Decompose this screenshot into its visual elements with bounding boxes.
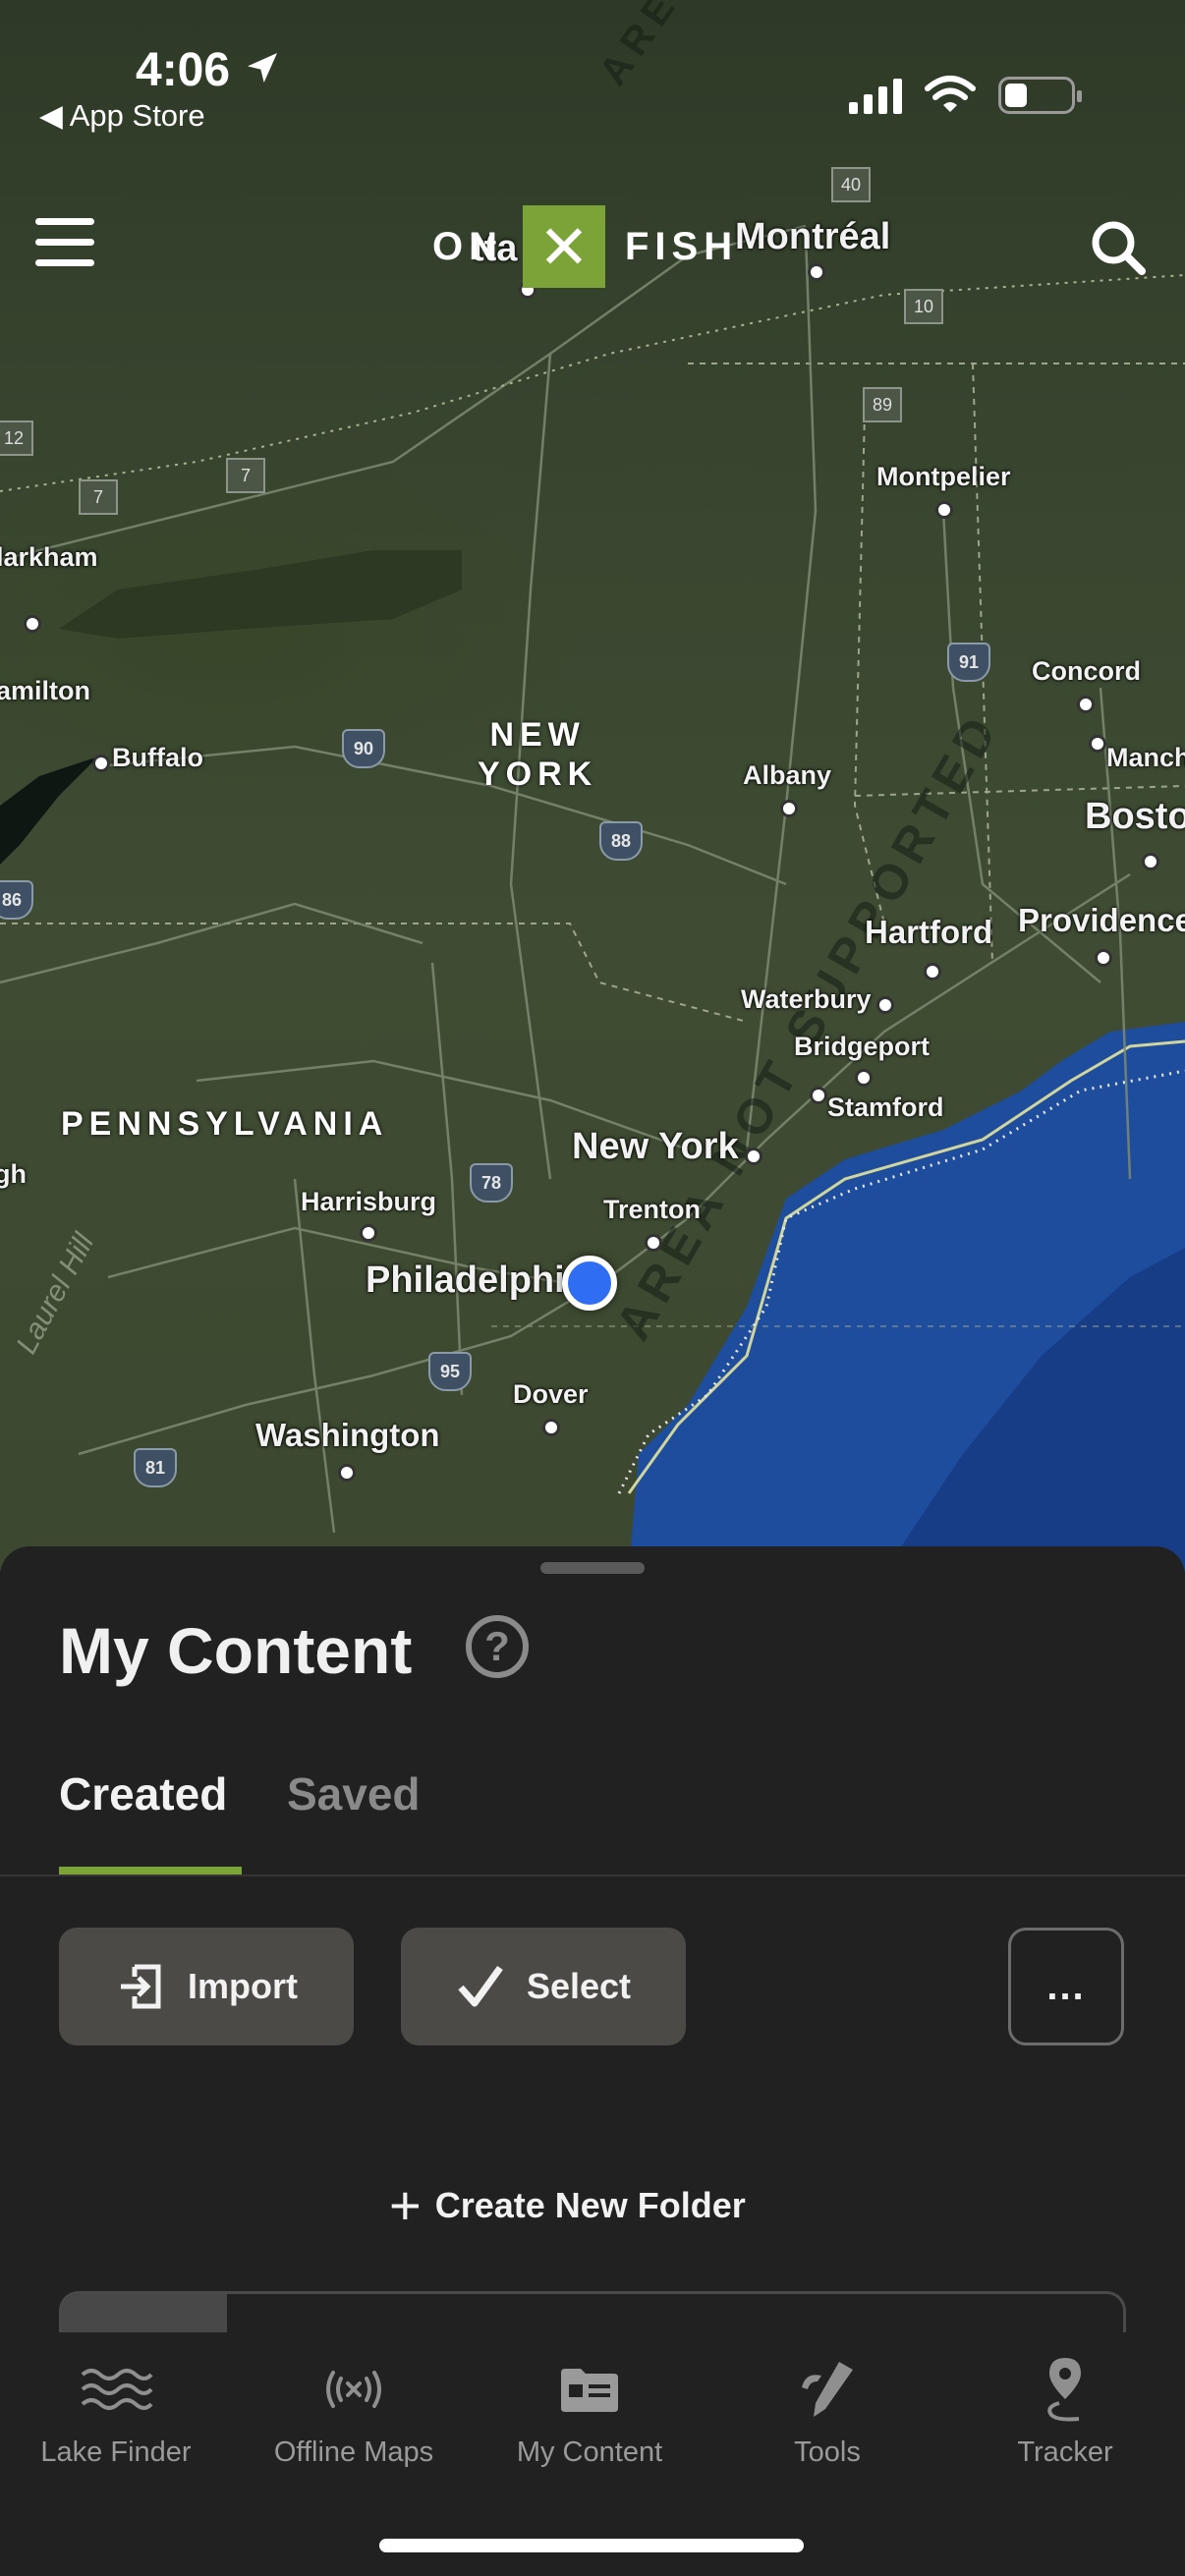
waves-icon [81,2369,153,2410]
logo-mark: ✕ [523,205,605,288]
back-to-app-store[interactable]: ◀ App Store [39,98,205,134]
city-dot [855,1069,873,1087]
city-dot [360,1224,377,1242]
more-options-button[interactable]: ... [1008,1928,1124,2045]
help-icon[interactable]: ? [466,1615,529,1678]
city-label[interactable]: Stamford [827,1092,944,1123]
city-label[interactable]: New York [572,1126,739,1168]
city-label[interactable]: Providence [1018,902,1185,939]
tracker-pin-icon [1047,2358,1081,2422]
route-marker: 40 [831,167,871,202]
import-button[interactable]: Import [59,1928,354,2045]
select-label: Select [526,1966,632,2006]
interstate-shield: 90 [342,729,385,768]
city-label[interactable]: Philadelphi [366,1260,565,1302]
city-dot [338,1464,356,1482]
tab-created[interactable]: Created [59,1767,227,1820]
create-folder-label: Create New Folder [434,2185,746,2225]
city-label[interactable]: Manch [1106,743,1185,773]
city-dot [924,963,941,980]
tab-offline-maps[interactable]: Offline Maps [236,2352,472,2469]
city-label[interactable]: Albany [743,760,831,791]
city-dot [808,263,825,281]
create-new-folder-button[interactable]: + Create New Folder [389,2174,746,2236]
city-dot [92,755,110,772]
plus-icon: + [389,2174,422,2236]
city-label[interactable]: Washington [255,1417,440,1454]
city-label[interactable]: Bosto [1085,796,1185,838]
city-label[interactable]: Concord [1032,656,1141,687]
city-dot [1089,735,1106,753]
interstate-shield: 86 [0,880,33,920]
import-label: Import [188,1966,298,2006]
city-label[interactable]: Waterbury [741,984,872,1015]
tab-tools[interactable]: Tools [709,2352,945,2469]
current-location-dot[interactable] [562,1256,617,1311]
city-dot [810,1087,827,1104]
city-dot [645,1234,662,1252]
tab-saved[interactable]: Saved [287,1767,421,1820]
onx-fish-logo: ON ✕ FISH [432,204,738,289]
city-dot [780,800,798,817]
home-indicator [379,2539,804,2552]
city-label[interactable]: Bridgeport [794,1032,930,1062]
city-label[interactable]: Trenton [603,1195,701,1225]
city-dot [1095,949,1112,967]
city-label[interactable]: Montréal [735,216,890,258]
status-time: 4:06 [136,43,282,97]
folder-card-icon [561,2369,618,2412]
state-label-pennsylvania: PENNSYLVANIA [61,1105,389,1143]
interstate-shield: 88 [599,821,643,861]
city-label[interactable]: Hartford [865,914,992,951]
route-marker: 12 [0,420,33,456]
city-label[interactable]: Montpelier [876,462,1011,492]
city-label[interactable]: larkham [0,542,98,573]
wifi-icon [925,76,976,112]
tools-icon [802,2362,853,2417]
city-label[interactable]: gh [0,1159,27,1190]
city-dot [1142,853,1159,870]
active-tab-indicator [59,1867,242,1875]
city-dot [24,615,41,633]
interstate-shield: 81 [134,1448,177,1487]
city-dot [1077,696,1095,713]
city-label[interactable]: amilton [0,676,90,706]
import-icon [121,1964,161,2009]
city-label[interactable]: Harrisburg [301,1187,436,1217]
route-marker: 10 [904,289,943,324]
menu-button[interactable] [35,218,94,273]
search-icon[interactable] [1089,218,1148,277]
route-marker: 7 [79,479,118,515]
hamburger-icon [35,218,94,225]
interstate-shield: 91 [947,643,990,682]
city-dot [876,996,894,1014]
battery-icon [998,77,1082,114]
state-label-new-york: NEW YORK [478,716,598,793]
tab-tracker[interactable]: Tracker [947,2352,1183,2469]
tab-divider [0,1875,1185,1876]
signal-icon [849,77,902,114]
route-marker: 89 [863,387,902,422]
select-button[interactable]: Select [401,1928,686,2045]
checkmark-icon [458,1965,503,2007]
location-arrow-icon [248,53,278,83]
city-dot [745,1148,762,1165]
tab-my-content[interactable]: My Content [472,2352,707,2469]
interstate-shield: 95 [428,1352,472,1391]
city-dot [542,1419,560,1436]
city-label[interactable]: Dover [513,1379,589,1410]
route-marker: 7 [226,458,265,493]
offline-signal-icon [326,2371,381,2408]
tab-lake-finder[interactable]: Lake Finder [0,2352,234,2469]
city-label[interactable]: Buffalo [112,743,203,773]
city-dot [935,501,953,519]
sheet-title: My Content [59,1614,413,1687]
interstate-shield: 78 [470,1163,513,1203]
sheet-grabber[interactable] [540,1562,645,1574]
